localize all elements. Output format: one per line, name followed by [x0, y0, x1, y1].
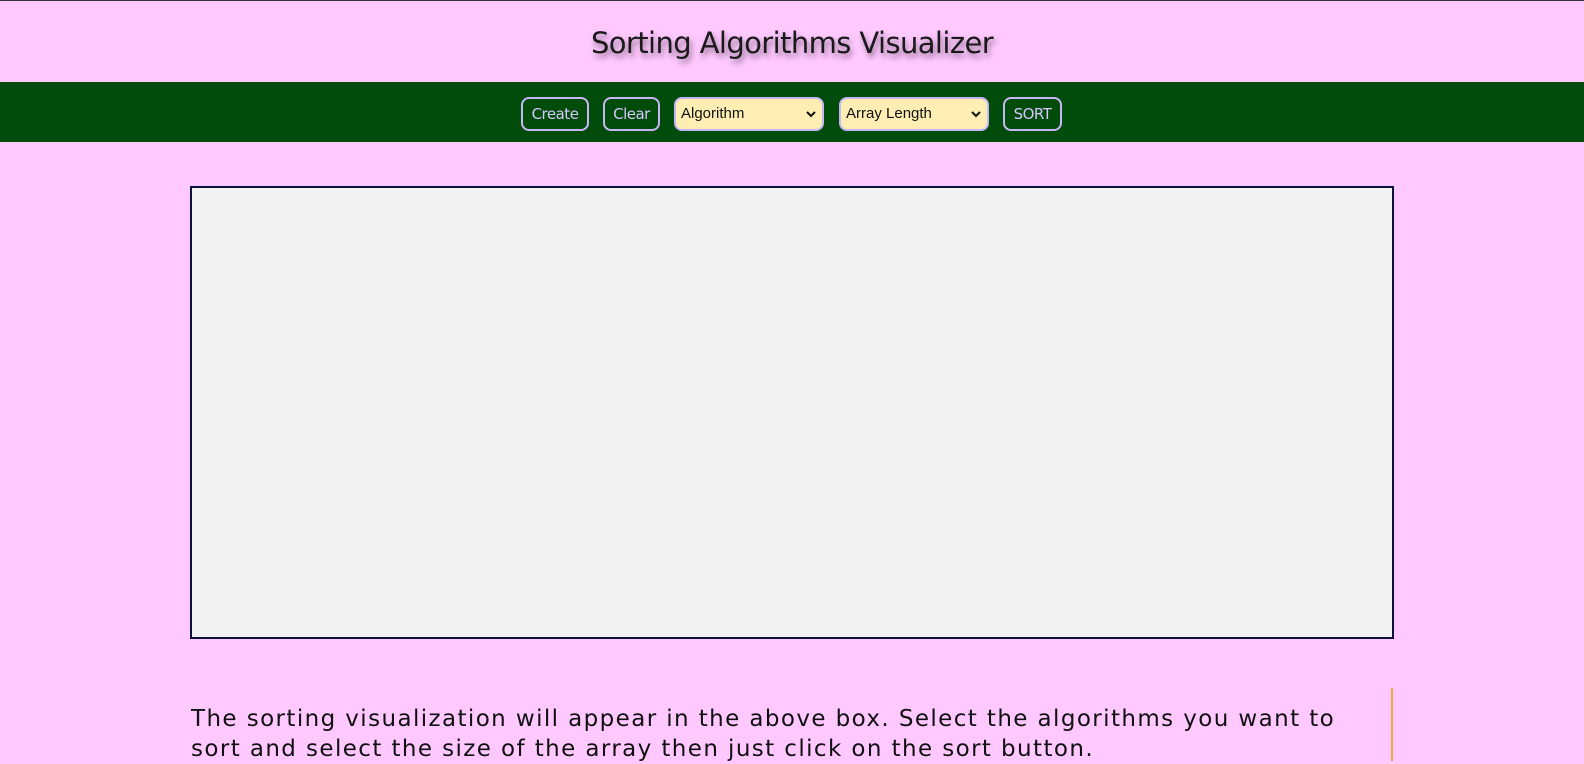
clear-button[interactable]: Clear — [603, 97, 660, 131]
toolbar: Create Clear Algorithm Array Length SORT — [0, 82, 1584, 142]
algorithm-select-value: Algorithm — [681, 105, 745, 122]
accent-divider — [1391, 688, 1393, 761]
array-length-select[interactable]: Array Length — [839, 97, 989, 131]
chevron-down-icon — [806, 111, 816, 118]
array-length-select-value: Array Length — [846, 105, 932, 122]
visualization-area — [190, 186, 1394, 639]
sort-button[interactable]: SORT — [1003, 97, 1062, 131]
create-button[interactable]: Create — [521, 97, 589, 131]
algorithm-select[interactable]: Algorithm — [674, 97, 824, 131]
page-title: Sorting Algorithms Visualizer — [590, 25, 994, 60]
chevron-down-icon — [971, 111, 981, 118]
page-header: Sorting Algorithms Visualizer — [0, 1, 1584, 82]
instructions-text: The sorting visualization will appear in… — [191, 706, 1336, 762]
